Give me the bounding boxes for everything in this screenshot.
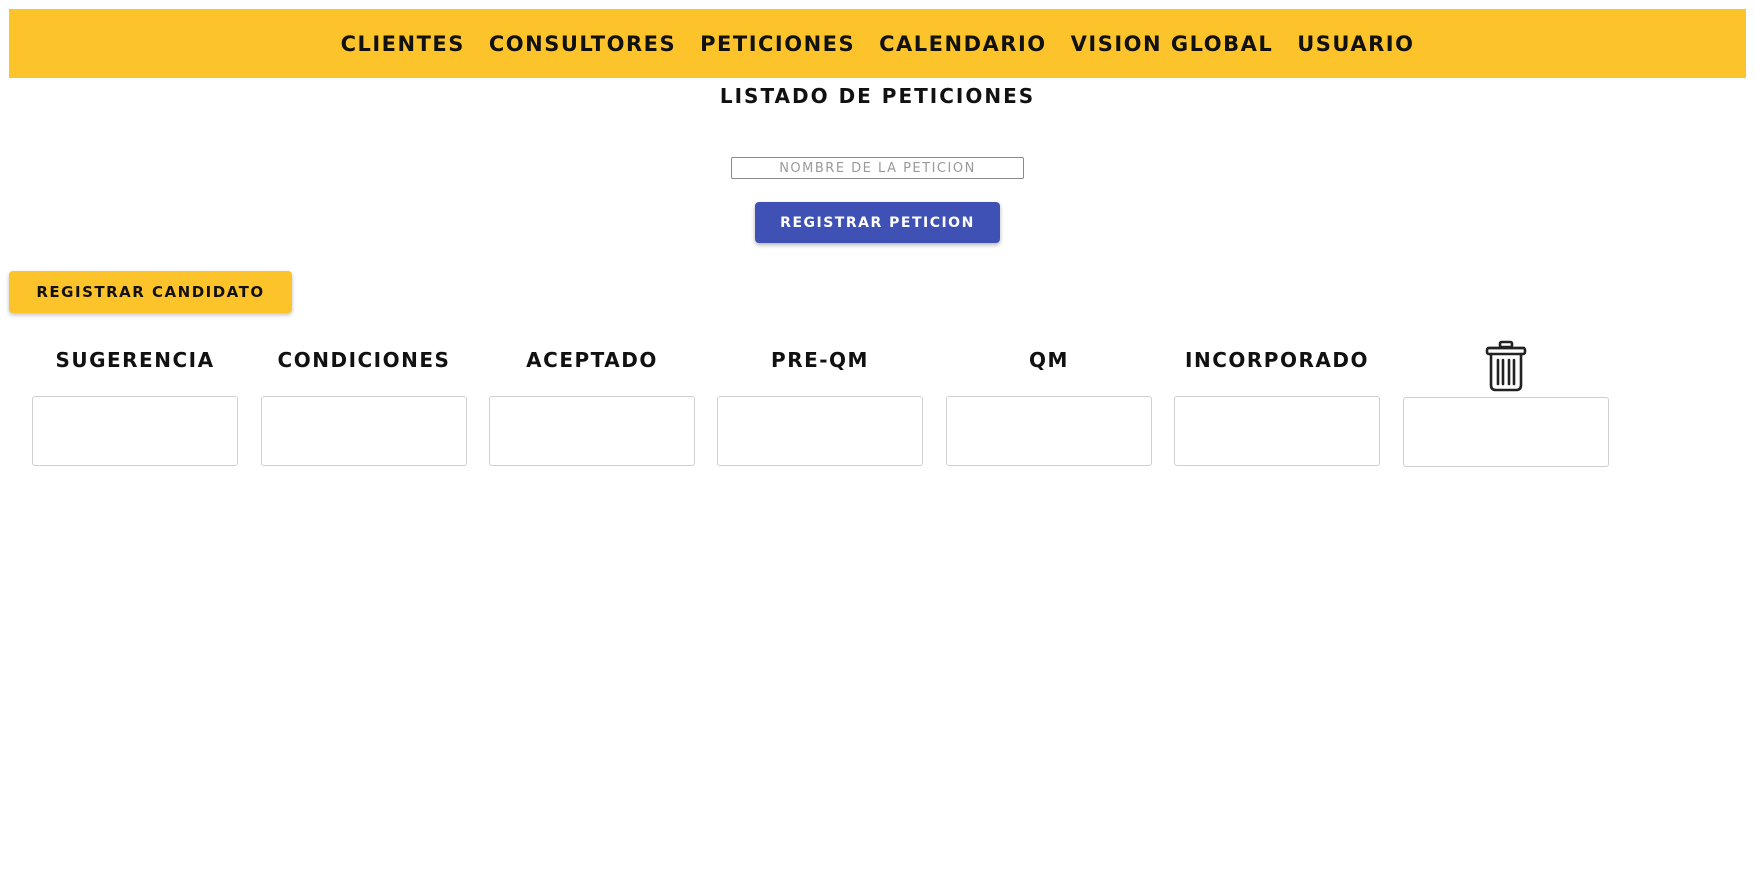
column-condiciones: CONDICIONES (261, 340, 467, 466)
column-qm: QM (946, 340, 1152, 466)
top-navbar: CLIENTES CONSULTORES PETICIONES CALENDAR… (9, 9, 1746, 78)
nav-item-vision-global[interactable]: VISION GLOBAL (1071, 32, 1274, 56)
peticion-name-input[interactable] (731, 157, 1024, 179)
column-header-aceptado: ACEPTADO (526, 348, 658, 372)
nav-item-calendario[interactable]: CALENDARIO (879, 32, 1047, 56)
drop-zone-trash[interactable] (1403, 397, 1609, 467)
column-header-qm: QM (1029, 348, 1069, 372)
trash-icon[interactable] (1403, 340, 1609, 396)
drop-zone-aceptado[interactable] (489, 396, 695, 466)
column-sugerencia: SUGERENCIA (32, 340, 238, 466)
column-trash (1403, 340, 1609, 467)
column-aceptado: ACEPTADO (489, 340, 695, 466)
column-incorporado: INCORPORADO (1174, 340, 1380, 466)
column-header-incorporado: INCORPORADO (1185, 348, 1369, 372)
drop-zone-condiciones[interactable] (261, 396, 467, 466)
column-header-pre-qm: PRE-QM (771, 348, 869, 372)
nav-item-usuario[interactable]: USUARIO (1297, 32, 1414, 56)
register-candidate-button[interactable]: REGISTRAR CANDIDATO (9, 271, 292, 313)
drop-zone-sugerencia[interactable] (32, 396, 238, 466)
register-peticion-button[interactable]: REGISTRAR PETICION (755, 202, 1000, 243)
drop-zone-qm[interactable] (946, 396, 1152, 466)
nav-item-clientes[interactable]: CLIENTES (341, 32, 465, 56)
drop-zone-pre-qm[interactable] (717, 396, 923, 466)
page-title: LISTADO DE PETICIONES (719, 84, 1036, 108)
column-pre-qm: PRE-QM (717, 340, 923, 466)
nav-item-peticiones[interactable]: PETICIONES (700, 32, 855, 56)
column-header-condiciones: CONDICIONES (277, 348, 451, 372)
drop-zone-incorporado[interactable] (1174, 396, 1380, 466)
column-header-sugerencia: SUGERENCIA (55, 348, 215, 372)
nav-item-consultores[interactable]: CONSULTORES (489, 32, 676, 56)
